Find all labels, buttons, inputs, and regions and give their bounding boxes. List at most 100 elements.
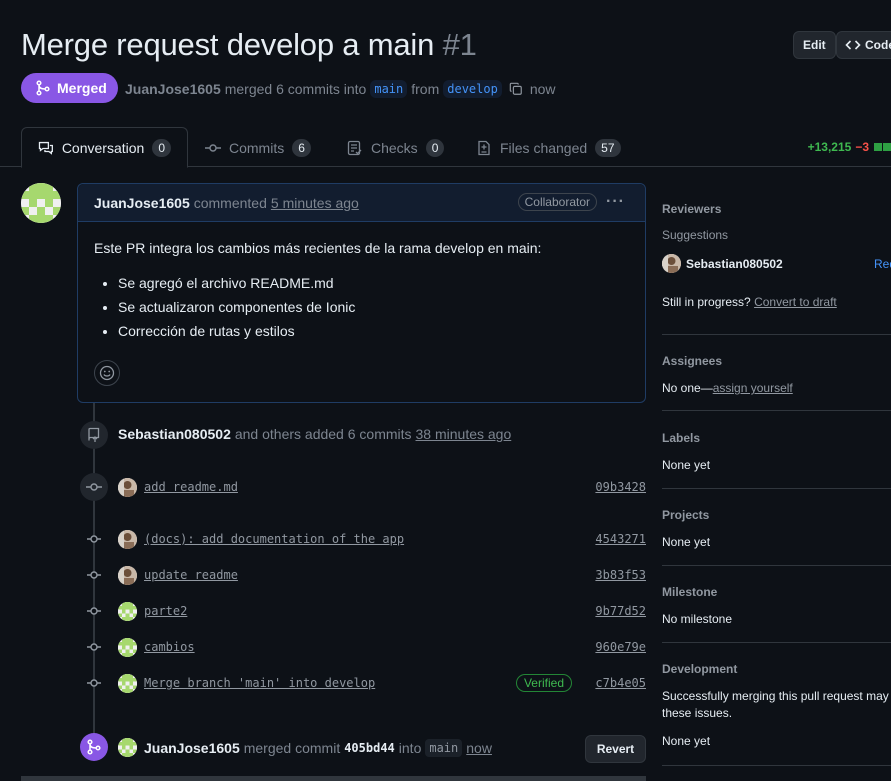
tab-conversation[interactable]: Conversation 0	[21, 127, 188, 168]
draft-status-text: Still in progress?	[662, 295, 751, 309]
commit-sha-link[interactable]: 9b77d52	[595, 604, 646, 618]
convert-to-draft-link[interactable]: Convert to draft	[754, 295, 837, 309]
head-branch-label[interactable]: develop	[443, 80, 502, 98]
reviewer-avatar[interactable]	[662, 254, 681, 273]
tab-count: 0	[425, 138, 445, 157]
commit-message-link[interactable]: cambios	[144, 640, 195, 654]
edit-button[interactable]: Edit	[793, 31, 836, 59]
commit-author-avatar[interactable]	[118, 673, 137, 693]
photo-avatar	[662, 254, 681, 273]
pr-tabs: Conversation 0 Commits 6 Checks 0 Files …	[0, 127, 891, 168]
merge-event-badge	[80, 733, 108, 761]
assignees-heading[interactable]: Assignees	[662, 354, 891, 368]
milestone-value: No milestone	[662, 612, 733, 626]
commit-dot	[87, 568, 101, 582]
kebab-menu-icon[interactable]: ···	[606, 193, 625, 211]
assignees-value: No one—	[662, 381, 713, 395]
commit-message-link[interactable]: add readme.md	[144, 480, 238, 494]
verified-badge[interactable]: Verified	[515, 674, 572, 692]
git-commit-icon	[86, 483, 102, 491]
assign-yourself-link[interactable]: assign yourself	[713, 381, 793, 395]
comment-action: commented	[193, 194, 267, 211]
commit-sha-link[interactable]: c7b4e05	[595, 676, 646, 690]
commit-author-avatar[interactable]	[118, 477, 137, 497]
revert-button[interactable]: Revert	[585, 735, 646, 763]
tab-commits[interactable]: Commits 6	[189, 127, 327, 168]
identicon-avatar	[118, 673, 137, 693]
copy-icon[interactable]	[509, 82, 523, 96]
comment-author-link[interactable]: JuanJose1605	[94, 195, 190, 211]
commit-sha-link[interactable]: 09b3428	[595, 480, 646, 494]
event-user-link[interactable]: JuanJose1605	[144, 740, 240, 756]
merged-text: merged 6 commits into	[224, 81, 367, 97]
merge-target-branch[interactable]: main	[425, 738, 463, 757]
comment-intro: Este PR integra los cambios más reciente…	[94, 240, 542, 256]
push-event-badge	[80, 421, 108, 449]
commit-author-avatar[interactable]	[118, 601, 137, 621]
code-button[interactable]: Code	[836, 31, 891, 59]
event-time[interactable]: now	[466, 740, 492, 756]
diffstat-bar	[873, 143, 891, 151]
draft-status-line: Still in progress? Convert to draft	[662, 295, 891, 309]
commit-message-link[interactable]: update readme	[144, 568, 238, 582]
reviewers-heading[interactable]: Reviewers	[662, 202, 891, 216]
commit-sha-link[interactable]: 4543271	[595, 532, 646, 546]
tab-checks[interactable]: Checks 0	[331, 127, 460, 168]
commit-author-avatar[interactable]	[118, 565, 137, 585]
commit-message-link[interactable]: (docs): add documentation of the app	[144, 532, 404, 546]
list-item: Se actualizaron componentes de Ionic	[118, 299, 629, 315]
development-value: None yet	[662, 734, 711, 748]
merged-state-badge: Merged	[21, 73, 118, 103]
merge-commit-sha-link[interactable]: 405bd44	[344, 741, 395, 755]
commit-author-avatar[interactable]	[118, 637, 137, 657]
code-button-label: Code	[865, 38, 891, 52]
suggested-reviewer-name[interactable]: Sebastian080502	[686, 257, 783, 271]
commit-row: add readme.md 09b3428	[118, 477, 646, 497]
list-item: Corrección de rutas y estilos	[118, 323, 629, 339]
commit-message-link[interactable]: parte2	[144, 604, 187, 618]
tab-label: Commits	[229, 139, 285, 156]
request-review-button[interactable]: Req	[874, 257, 891, 271]
commit-message-link[interactable]: Merge branch 'main' into develop	[144, 676, 375, 690]
event-text-into: into	[398, 739, 422, 756]
commit-dot	[87, 676, 101, 690]
edit-button-label: Edit	[803, 38, 826, 52]
commit-sha-link[interactable]: 960e79e	[595, 640, 646, 654]
tab-label: Conversation	[61, 139, 145, 156]
pr-number: #1	[442, 27, 477, 62]
reviewer-suggestions-label: Suggestions	[662, 228, 729, 242]
merged-state-label: Merged	[57, 80, 107, 96]
sidebar-development: Development Successfully merging this pu…	[662, 662, 891, 748]
revert-button-label: Revert	[596, 742, 635, 756]
tab-files-changed[interactable]: Files changed 57	[460, 127, 637, 168]
event-text: merged commit	[243, 739, 341, 756]
development-description-cont: these issues.	[662, 706, 733, 720]
commit-sha-link[interactable]: 3b83f53	[595, 568, 646, 582]
labels-heading[interactable]: Labels	[662, 431, 891, 445]
sidebar-projects: Projects None yet	[662, 508, 891, 549]
collaborator-badge: Collaborator	[517, 193, 597, 211]
git-commit-icon	[205, 143, 221, 152]
merger-avatar[interactable]	[118, 738, 137, 757]
event-user-link[interactable]: Sebastian080502	[118, 426, 231, 442]
author-avatar[interactable]	[21, 183, 61, 223]
diffstat: +13,215 −3	[808, 140, 891, 154]
add-reaction-button[interactable]	[94, 360, 120, 386]
page-title: Merge request develop a main #1	[21, 27, 477, 63]
identicon-avatar	[118, 601, 137, 621]
development-description: Successfully merging this pull request m…	[662, 689, 891, 703]
pr-author-link[interactable]: JuanJose1605	[125, 81, 221, 97]
commit-event-badge	[80, 473, 108, 501]
event-time[interactable]: 38 minutes ago	[416, 426, 512, 442]
commit-author-avatar[interactable]	[118, 529, 137, 549]
from-text: from	[411, 81, 440, 97]
base-branch-label[interactable]: main	[370, 80, 408, 98]
development-heading[interactable]: Development	[662, 662, 891, 676]
commit-dot	[87, 532, 101, 546]
comment-time[interactable]: 5 minutes ago	[271, 195, 359, 211]
merged-commit-event: JuanJose1605 merged commit 405bd44 into …	[118, 738, 492, 757]
milestone-heading[interactable]: Milestone	[662, 585, 891, 599]
code-icon	[845, 40, 861, 50]
tab-count: 57	[595, 138, 621, 157]
projects-heading[interactable]: Projects	[662, 508, 891, 522]
